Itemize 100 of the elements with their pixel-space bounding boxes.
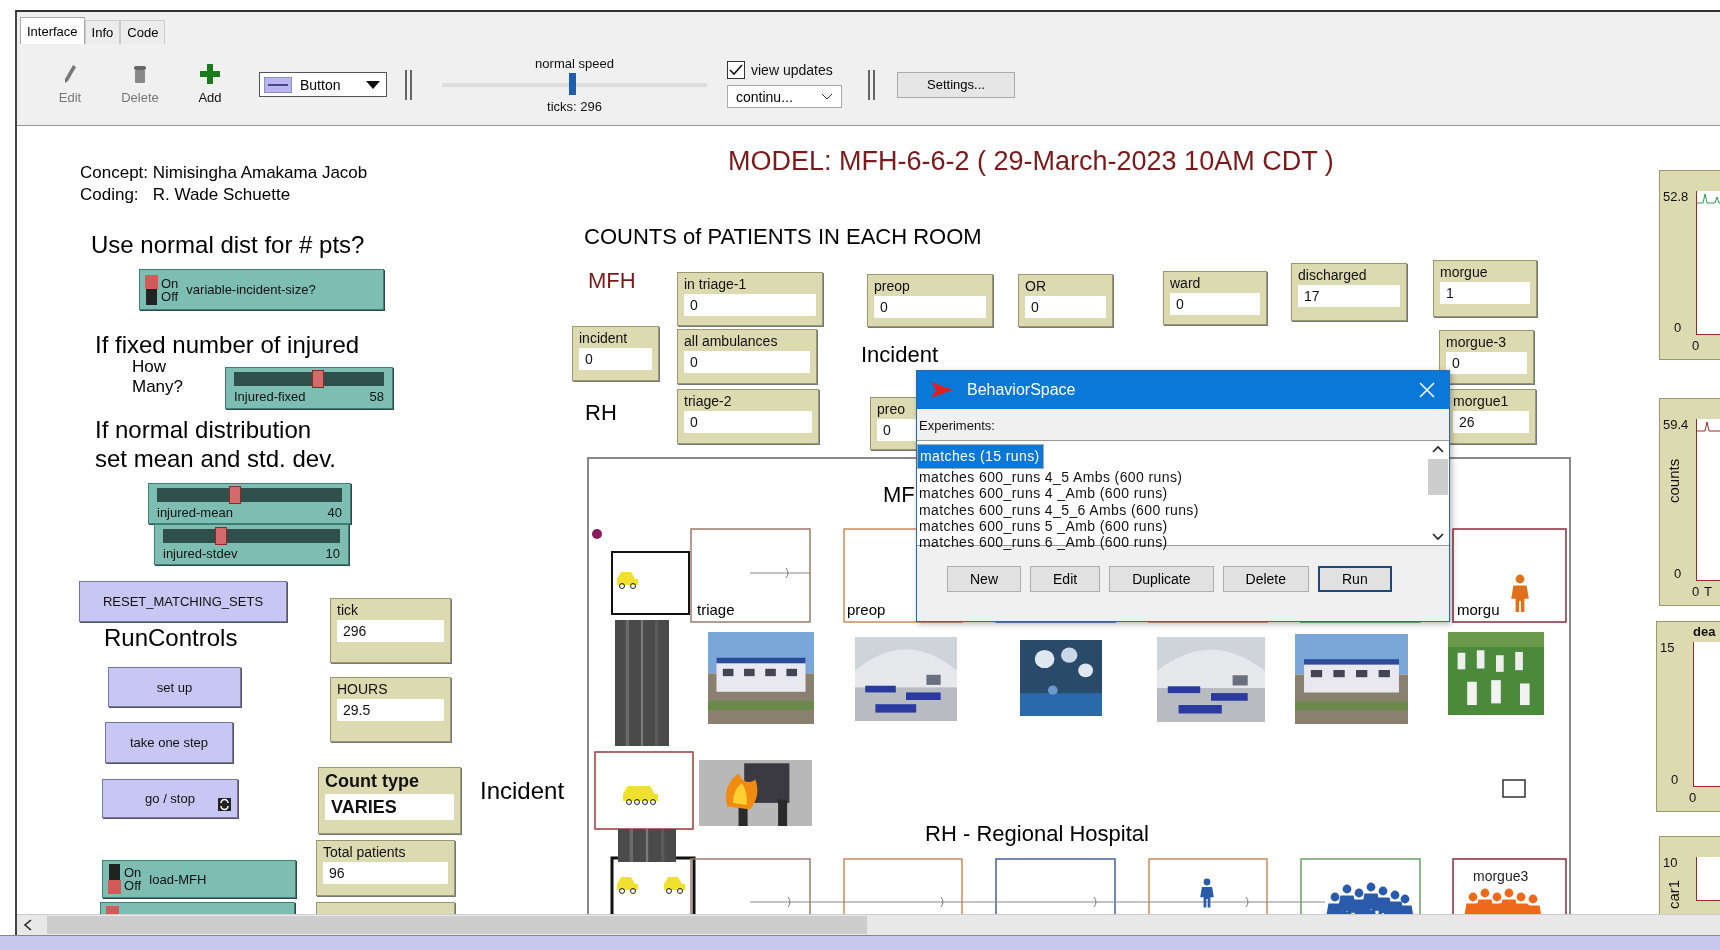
command-button[interactable]: go / stop <box>102 779 238 818</box>
tool-button[interactable]: Add <box>179 64 241 105</box>
note-text: RunControls <box>104 624 238 652</box>
monitor-label: Total patients <box>323 844 406 860</box>
list-item[interactable]: matches 600_runs 4_5 Ambs (600 runs) <box>917 469 1427 486</box>
car-icon <box>664 877 685 894</box>
command-button[interactable]: set up <box>108 667 241 707</box>
axis-tick: 0 <box>1671 772 1679 787</box>
slider[interactable]: injured-stdev 10 <box>154 524 349 565</box>
monitor-label: morgue-3 <box>1446 334 1506 350</box>
axis-tick: 0 <box>1692 338 1700 353</box>
section-title: RH - Regional Hospital <box>925 821 1149 846</box>
slider[interactable]: injured-mean 40 <box>148 483 351 524</box>
dialog-button[interactable]: Delete <box>1222 566 1309 592</box>
list-item[interactable]: matches (15 runs) <box>917 444 1044 469</box>
monitor-label: morgue1 <box>1453 393 1509 409</box>
agent-dot <box>592 529 602 539</box>
tab[interactable]: Code <box>120 20 166 44</box>
plot-title: dea <box>1693 624 1716 639</box>
monitor-label: all ambulances <box>684 333 778 349</box>
monitor-value: 96 <box>323 862 448 884</box>
toolbar-grip <box>868 69 875 100</box>
speed-slider-thumb[interactable] <box>568 72 576 95</box>
caret-icon <box>366 80 380 89</box>
tick-counter: ticks: 296 <box>547 98 602 114</box>
monitor-value: 0 <box>874 296 986 318</box>
room-label: morgu <box>1457 601 1500 618</box>
settings-button[interactable]: Settings... <box>897 71 1015 98</box>
monitor-label: morgue <box>1440 264 1488 280</box>
room-label: triage <box>697 601 735 618</box>
monitor-value: 17 <box>1298 285 1400 307</box>
monitor-label: HOURS <box>337 681 388 697</box>
note-text: Concept: Nimisingha Amakama Jacob <box>80 163 368 183</box>
dialog-button[interactable]: New <box>947 566 1021 592</box>
view-updates-checkbox[interactable]: view updates <box>727 61 842 79</box>
command-button[interactable]: RESET_MATCHING_SETS <box>79 581 287 622</box>
monitor-value: 26 <box>1453 411 1529 433</box>
monitor-value: 0 <box>579 348 652 370</box>
list-item[interactable]: matches 600_runs 4_5_6 Ambs (600 runs) <box>917 501 1427 518</box>
note-text: RH <box>585 400 617 426</box>
axis-tick: 52.8 <box>1663 189 1689 204</box>
axis-tick: 15 <box>1660 640 1675 655</box>
list-item[interactable]: matches 600_runs 4 _Amb (600 runs) <box>917 485 1427 502</box>
connector-line <box>749 567 811 579</box>
monitor-value: 1 <box>1440 282 1530 304</box>
list-item[interactable]: matches 600_runs 6 _Amb (600 runs) <box>917 534 1427 551</box>
axis-label: T <box>1704 584 1712 599</box>
monitor-label: tick <box>337 602 358 618</box>
axis-tick: 0 <box>1692 584 1700 599</box>
axis-tick: 0 <box>1674 320 1682 335</box>
horizontal-scrollbar[interactable] <box>17 914 1720 935</box>
close-icon[interactable] <box>1419 382 1435 398</box>
trash-icon <box>133 64 147 84</box>
chevron-icon <box>821 92 833 101</box>
monitor-value: VARIES <box>325 794 454 820</box>
axis-tick: 0 <box>1689 790 1697 805</box>
axis-tick: 10 <box>1663 855 1678 870</box>
note-text: Incident <box>861 342 939 368</box>
room-label: preop <box>847 601 886 618</box>
person-icon <box>1200 878 1214 908</box>
axis-tick: 59.4 <box>1663 417 1689 432</box>
monitor-label: discharged <box>1298 267 1367 283</box>
note-text: set mean and std. dev. <box>95 445 337 473</box>
slider-thumb[interactable] <box>228 486 241 504</box>
note-text: If fixed number of injured <box>95 331 360 359</box>
tab[interactable]: Interface <box>20 17 85 44</box>
update-mode-dropdown[interactable]: continu... <box>727 85 842 108</box>
speed-label: normal speed <box>535 55 614 71</box>
note-text: Incident <box>480 777 565 805</box>
axis-tick: 0 <box>1674 566 1682 581</box>
command-button[interactable]: take one step <box>105 722 233 763</box>
note-text: Coding: R. Wade Schuette <box>80 185 291 205</box>
dialog-button[interactable]: Run <box>1318 566 1392 592</box>
plus-icon <box>200 64 220 84</box>
slider-thumb[interactable] <box>312 370 324 388</box>
car-icon <box>623 786 658 805</box>
note-text: MFH <box>588 268 636 294</box>
toolbar-grip <box>405 69 412 100</box>
monitor-label: triage-2 <box>684 393 732 409</box>
person-icon <box>1511 574 1529 612</box>
note-text: COUNTS of PATIENTS IN EACH ROOM <box>584 224 982 250</box>
note-text: How Many? <box>132 357 185 397</box>
dialog-button[interactable]: Duplicate <box>1109 566 1214 592</box>
axis-label: counts <box>1665 458 1682 503</box>
tab[interactable]: Info <box>84 20 121 44</box>
note-text: MODEL: MFH-6-6-2 ( 29-March-2023 10AM CDT ) <box>728 146 1334 178</box>
widget-type-dropdown[interactable]: Button <box>259 72 387 97</box>
monitor-label: in triage-1 <box>684 276 747 292</box>
list-item[interactable]: matches 600_runs 5 _Amb (600 runs) <box>917 517 1427 535</box>
slider-thumb[interactable] <box>215 527 228 545</box>
monitor-label: OR <box>1025 278 1046 294</box>
dialog-button[interactable]: Edit <box>1030 566 1101 592</box>
monitor-value: 0 <box>684 351 810 373</box>
monitor-label: preop <box>874 278 910 294</box>
slider[interactable]: Injured-fixed 58 <box>225 367 393 409</box>
car-icon <box>617 877 638 894</box>
checkbox[interactable] <box>727 61 745 79</box>
pencil-icon <box>63 64 77 84</box>
monitor-value: 0 <box>1025 296 1106 318</box>
axis-label: car1 <box>1665 879 1682 909</box>
